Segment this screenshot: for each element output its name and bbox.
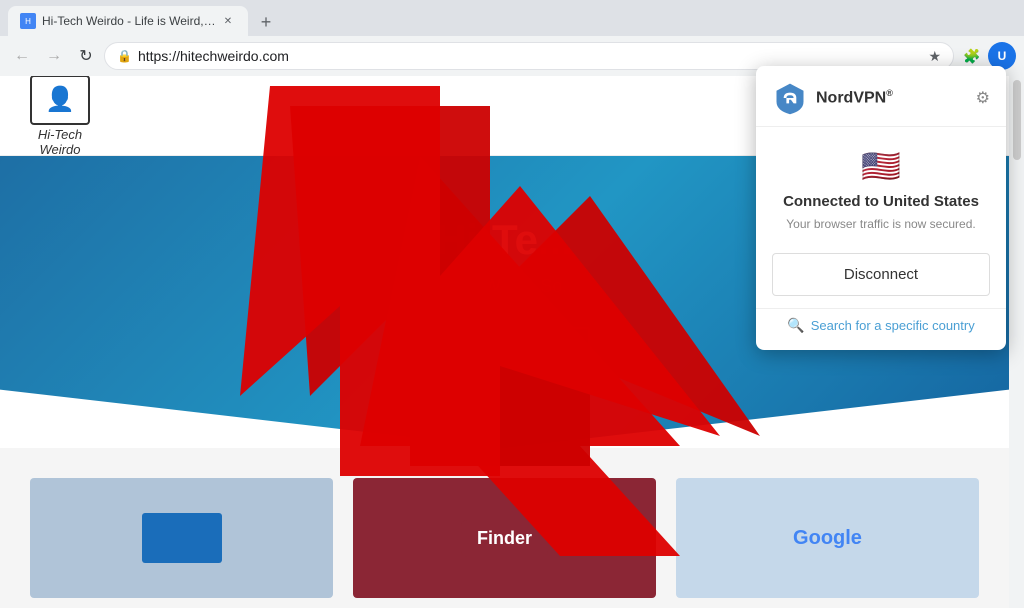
logo-icon: 👤: [30, 76, 90, 125]
disconnect-button[interactable]: Disconnect: [772, 253, 990, 296]
article-card-1: [30, 478, 333, 598]
reload-button[interactable]: ↻: [72, 42, 100, 70]
tab-favicon: H: [20, 13, 36, 29]
scrollbar-thumb[interactable]: [1013, 80, 1021, 160]
articles-section: Finder Google: [0, 448, 1009, 608]
browser-tab[interactable]: H Hi-Tech Weirdo - Life is Weird, S... ✕: [8, 6, 248, 36]
connected-text: Connected to United States: [772, 193, 990, 210]
browser-chrome: H Hi-Tech Weirdo - Life is Weird, S... ✕…: [0, 0, 1024, 76]
url-text: https://hitechweirdo.com: [138, 48, 922, 64]
search-country-icon: 🔍: [787, 317, 804, 334]
nordvpn-settings-button[interactable]: ⚙: [976, 88, 990, 108]
site-logo: 👤 Hi-Tech Weirdo: [30, 76, 90, 157]
finder-badge: Finder: [461, 520, 548, 557]
logo-text: Hi-Tech Weirdo: [38, 127, 82, 157]
us-flag-icon: 🇺🇸: [772, 147, 990, 185]
nordvpn-header: NordVPN® ⚙: [756, 66, 1006, 127]
search-country-label: Search for a specific country: [811, 318, 975, 333]
article-card-2: Finder: [353, 478, 656, 598]
nordvpn-logo-icon: [772, 80, 808, 116]
scrollbar[interactable]: [1009, 76, 1024, 608]
article-card-3: Google: [676, 478, 979, 598]
search-country[interactable]: 🔍 Search for a specific country: [756, 308, 1006, 350]
back-button[interactable]: ←: [8, 42, 36, 70]
hero-button[interactable]: View Our Article...: [419, 327, 590, 368]
nordvpn-body: 🇺🇸 Connected to United States Your brows…: [756, 127, 1006, 253]
nordvpn-logo: NordVPN®: [772, 80, 893, 116]
forward-button[interactable]: →: [40, 42, 68, 70]
secured-text: Your browser traffic is now secured.: [772, 216, 990, 233]
lock-icon: 🔒: [117, 49, 132, 63]
nordvpn-popup: NordVPN® ⚙ 🇺🇸 Connected to United States…: [756, 66, 1006, 350]
tab-bar: H Hi-Tech Weirdo - Life is Weird, S... ✕…: [0, 0, 1024, 36]
tab-close-button[interactable]: ✕: [220, 13, 236, 29]
tab-title: Hi-Tech Weirdo - Life is Weird, S...: [42, 14, 216, 28]
nordvpn-name: NordVPN®: [816, 88, 893, 107]
new-tab-button[interactable]: +: [252, 8, 280, 36]
bookmark-icon[interactable]: ★: [928, 48, 941, 65]
